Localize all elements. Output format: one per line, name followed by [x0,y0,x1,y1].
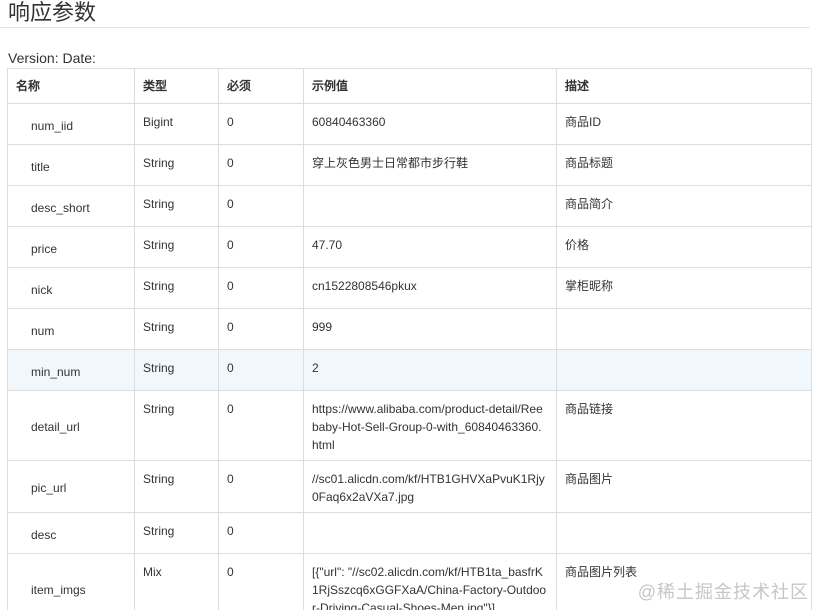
param-description: 商品简介 [556,185,812,227]
table-row: num_iid Bigint 0 60840463360 商品ID [7,103,812,145]
param-required: 0 [218,553,304,610]
param-example: [{"url": "//sc02.alicdn.com/kf/HTB1ta_ba… [303,553,557,610]
param-description [556,308,812,350]
table-row: min_num String 0 2 [7,349,812,391]
param-description [556,512,812,554]
param-name: num_iid [7,103,135,145]
param-name: title [7,144,135,186]
table-row: price String 0 47.70 价格 [7,226,812,268]
param-name: desc_short [7,185,135,227]
param-name: desc [7,512,135,554]
column-header-required: 必须 [218,68,304,104]
param-required: 0 [218,390,304,461]
param-type: String [134,185,219,227]
param-type: String [134,226,219,268]
param-description: 商品链接 [556,390,812,461]
section-title: 响应参数 [8,0,97,25]
watermark: @稀土掘金技术社区 [637,582,809,602]
param-name: num [7,308,135,350]
param-type: Mix [134,553,219,610]
param-example: 穿上灰色男士日常都市步行鞋 [303,144,557,186]
param-description: 商品标题 [556,144,812,186]
title-divider [0,27,810,28]
param-example: 47.70 [303,226,557,268]
param-name: detail_url [7,390,135,461]
param-required: 0 [218,103,304,145]
param-required: 0 [218,267,304,309]
param-type: String [134,308,219,350]
param-example: https://www.alibaba.com/product-detail/R… [303,390,557,461]
param-description: 掌柜昵称 [556,267,812,309]
table-row: nick String 0 cn1522808546pkux 掌柜昵称 [7,267,812,309]
param-example: 999 [303,308,557,350]
param-type: Bigint [134,103,219,145]
column-header-description: 描述 [556,68,812,104]
param-required: 0 [218,460,304,513]
column-header-type: 类型 [134,68,219,104]
param-example [303,512,557,554]
column-header-example: 示例值 [303,68,557,104]
table-row: detail_url String 0 https://www.alibaba.… [7,390,812,461]
table-header-row: 名称 类型 必须 示例值 描述 [7,68,812,104]
param-type: String [134,512,219,554]
param-example: cn1522808546pkux [303,267,557,309]
param-name: price [7,226,135,268]
param-example [303,185,557,227]
table-row: desc String 0 [7,512,812,554]
param-name: min_num [7,349,135,391]
version-line: Version: Date: [8,50,96,66]
param-type: String [134,349,219,391]
page: 响应参数 Version: Date: 名称 类型 必须 示例值 描述 num_… [0,0,815,610]
table-row: pic_url String 0 //sc01.alicdn.com/kf/HT… [7,460,812,513]
column-header-name: 名称 [7,68,135,104]
param-required: 0 [218,226,304,268]
param-required: 0 [218,349,304,391]
table-row: desc_short String 0 商品简介 [7,185,812,227]
param-example: 2 [303,349,557,391]
param-example: 60840463360 [303,103,557,145]
param-type: String [134,390,219,461]
param-type: String [134,460,219,513]
param-required: 0 [218,512,304,554]
table-row: title String 0 穿上灰色男士日常都市步行鞋 商品标题 [7,144,812,186]
param-example: //sc01.alicdn.com/kf/HTB1GHVXaPvuK1Rjy0F… [303,460,557,513]
table-row: num String 0 999 [7,308,812,350]
param-description [556,349,812,391]
param-description: 商品ID [556,103,812,145]
param-name: pic_url [7,460,135,513]
param-name: nick [7,267,135,309]
param-description: 商品图片 [556,460,812,513]
response-params-table: 名称 类型 必须 示例值 描述 num_iid Bigint 0 6084046… [7,68,812,610]
param-type: String [134,144,219,186]
param-description: 价格 [556,226,812,268]
param-name: item_imgs [7,553,135,610]
param-type: String [134,267,219,309]
param-required: 0 [218,144,304,186]
param-required: 0 [218,185,304,227]
param-required: 0 [218,308,304,350]
